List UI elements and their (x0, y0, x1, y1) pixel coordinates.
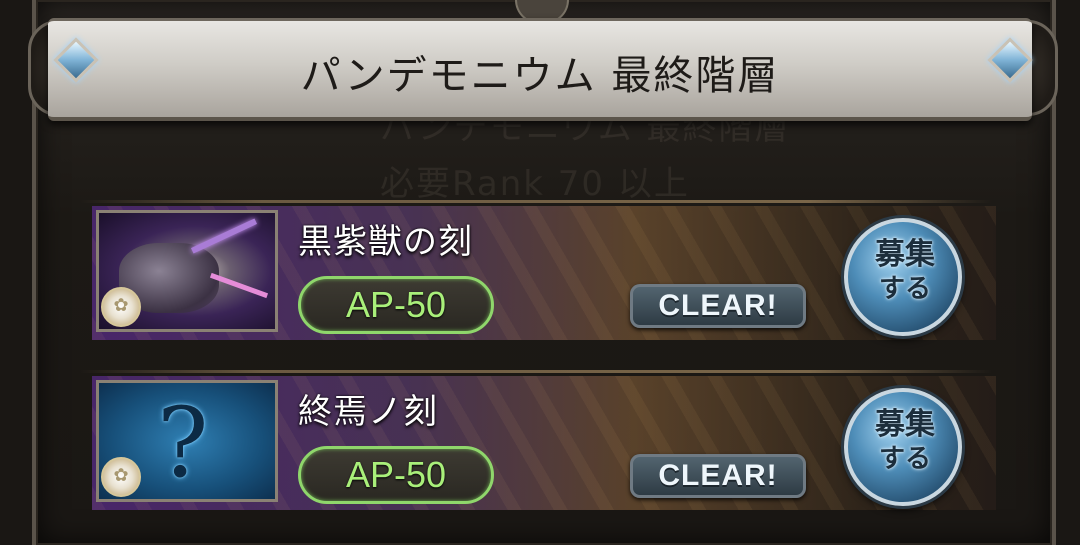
recruit-button-label: 募集 する (862, 238, 948, 306)
clear-status-badge: CLEAR! (630, 284, 806, 328)
ap-cost-badge: AP-50 (298, 446, 494, 504)
title-banner: パンデモニウム 最終階層 (48, 18, 1032, 121)
clear-status-badge: CLEAR! (630, 454, 806, 498)
page-title: パンデモニウム 最終階層 (300, 53, 780, 99)
purple-beast-boss-icon (96, 210, 278, 332)
recruit-button[interactable]: 募集 する (844, 388, 962, 506)
divider (80, 200, 992, 203)
ghost-rank-text: 必要Rank 70 以上 (380, 164, 690, 204)
ap-cost-badge: AP-50 (298, 276, 494, 334)
element-badge-icon (101, 457, 141, 497)
quest-name: 黒紫獣の刻 (298, 222, 473, 262)
quest-name: 終焉ノ刻 (298, 392, 438, 432)
quest-row[interactable]: ? 終焉ノ刻 AP-50 CLEAR! 募集 する (92, 376, 996, 510)
divider (80, 370, 992, 373)
recruit-label-line2: する (878, 274, 931, 304)
recruit-label-line2: する (878, 444, 931, 474)
element-badge-icon (101, 287, 141, 327)
recruit-label-line1: 募集 (875, 407, 935, 442)
recruit-button[interactable]: 募集 する (844, 218, 962, 336)
rune-glyph: ? (157, 387, 209, 499)
beast-horn (191, 218, 257, 254)
recruit-label-line1: 募集 (875, 237, 935, 272)
blue-rune-icon: ? (96, 380, 278, 502)
recruit-button-label: 募集 する (862, 408, 948, 476)
quest-row[interactable]: 黒紫獣の刻 AP-50 CLEAR! 募集 する (92, 206, 996, 340)
